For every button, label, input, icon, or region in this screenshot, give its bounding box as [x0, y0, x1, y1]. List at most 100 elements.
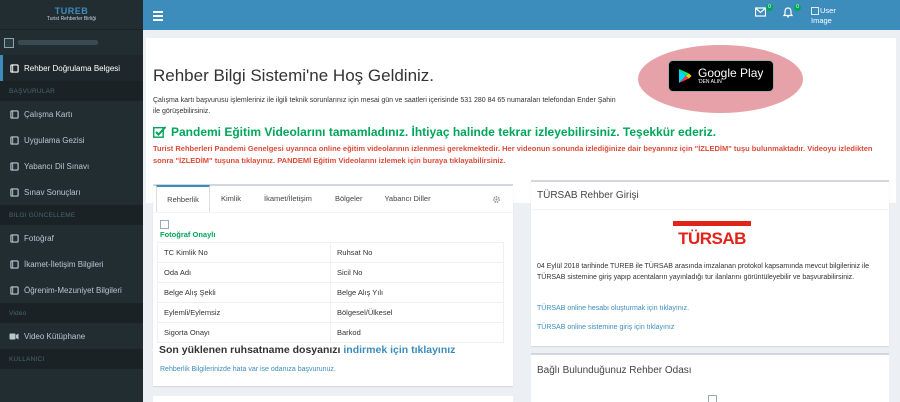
envelope-icon: [754, 7, 767, 17]
video-icon: [9, 331, 19, 341]
tab-rehberlik[interactable]: Rehberlik: [156, 185, 210, 212]
menu-header-video: Video: [0, 303, 143, 323]
sidebar-item-label: Rehber Doğrulama Belgesi: [24, 63, 121, 73]
table-row: Oda Adı Sicil No: [157, 262, 504, 283]
tursab-description: 04 Eylül 2018 tarihinde TUREB ile TÜRSAB…: [537, 263, 870, 281]
tab-yabanci-diller[interactable]: Yabancı Diller: [384, 185, 430, 212]
table-cell: Eylemli/Eylemsiz: [157, 302, 331, 323]
menu-header-bilgi-guncelleme: BILGI GÜNCELLEME: [0, 205, 143, 225]
tab-kimlik[interactable]: Kimlik: [221, 185, 241, 212]
page-title: Rehber Bilgi Sistemi'ne Hoş Geldiniz.: [153, 66, 435, 85]
welcome-panel: Rehber Bilgi Sistemi'ne Hoş Geldiniz. Ça…: [146, 38, 896, 203]
logo[interactable]: TUREB Turist Rehberler Birliği: [0, 0, 143, 30]
sidebar-item-label: Fotoğraf: [24, 233, 54, 243]
sidebar-item-label: Uygulama Gezisi: [24, 135, 85, 145]
user-panel: [0, 30, 143, 55]
logo-mark: TUREB: [54, 6, 89, 16]
sidebar-toggle-icon[interactable]: [153, 9, 163, 21]
sidebar-item-fotograf[interactable]: Fotoğraf: [0, 225, 143, 251]
sidebar: TUREB Turist Rehberler Birliği Rehber Do…: [0, 0, 143, 402]
profile-tabs: Rehberlik Kimlik İkamet/İletişim Bölgele…: [153, 185, 513, 213]
next-box-top: [153, 396, 513, 402]
sidebar-item-video-kutuphane[interactable]: Video Kütüphane: [0, 323, 143, 349]
broken-image-icon: [811, 7, 819, 16]
book-icon: [9, 63, 19, 73]
license-download: Son yüklenen ruhsatname dosyanızı indirm…: [159, 344, 455, 356]
logo-subtitle: Turist Rehberler Birliği: [46, 16, 97, 22]
license-download-link[interactable]: indirmek için tıklayınız: [343, 344, 455, 356]
tursab-create-account-link[interactable]: TÜRSAB online hesabı oluşturmak için tık…: [537, 305, 689, 312]
user-name-blurred: [18, 40, 98, 45]
sidebar-item-label: Çalışma Kartı: [24, 109, 73, 119]
menu-header-kullanici: KULLANICI: [0, 349, 143, 369]
messages-button[interactable]: 0: [754, 4, 773, 21]
profile-photo: [160, 220, 169, 229]
table-cell: Sigorta Onayı: [157, 322, 331, 343]
google-play-label: Google Play: [698, 65, 764, 80]
book-icon: [9, 285, 19, 295]
tursab-box: TÜRSAB Rehber Girişi TÜRSAB 04 Eylül 201…: [531, 180, 889, 346]
pandemic-warning[interactable]: Turist Rehberleri Pandemi Genelgesi uyar…: [153, 143, 893, 167]
sidebar-item-uygulama-gezisi[interactable]: Uygulama Gezisi: [0, 127, 143, 153]
menu-header-basvurular: BAŞVURULAR: [0, 81, 143, 101]
messages-badge: 0: [766, 4, 773, 11]
table-row: Belge Alış Şekli Belge Alış Yılı: [157, 282, 504, 303]
table-cell: Belge Alış Şekli: [157, 282, 331, 303]
tursab-logo-text: TÜRSAB: [678, 229, 746, 248]
book-icon: [9, 109, 19, 119]
success-text: Pandemi Eğitim Videolarını tamamladınız.…: [171, 125, 717, 139]
table-row: Eylemli/Eylemsiz Bölgesel/Ülkesel: [157, 302, 504, 323]
table-row: Sigorta Onayı Barkod: [157, 322, 504, 343]
google-play-button[interactable]: Google Play 'DEN ALIN: [668, 60, 774, 92]
book-icon: [9, 187, 19, 197]
report-error-link[interactable]: Rehberlik Bilgilerinizde hata var ise od…: [160, 366, 336, 373]
table-cell: Bölgesel/Ülkesel: [330, 302, 504, 323]
photo-area: Fotoğraf Onaylı: [160, 220, 215, 239]
sidebar-item-sinav-sonuclari[interactable]: Sınav Sonuçları: [0, 179, 143, 205]
photo-status: Fotoğraf Onaylı: [160, 230, 216, 239]
user-menu[interactable]: User Image: [811, 6, 841, 26]
table-row: TC Kimlik No Ruhsat No: [157, 242, 504, 263]
bell-icon: [782, 7, 794, 18]
gear-icon[interactable]: [492, 195, 501, 204]
sidebar-item-ikamet-iletisim[interactable]: İkamet-İletişim Bilgileri: [0, 251, 143, 277]
tursab-login-link[interactable]: TÜRSAB online sistemine giriş için tıkla…: [537, 324, 674, 331]
table-cell: Oda Adı: [157, 262, 331, 283]
profile-info-table: TC Kimlik No Ruhsat No Oda Adı Sicil No …: [157, 242, 504, 343]
notifications-badge: 0: [794, 4, 801, 11]
book-icon: [9, 161, 19, 171]
notifications-button[interactable]: 0: [782, 4, 801, 21]
sidebar-menu: Rehber Doğrulama Belgesi BAŞVURULAR Çalı…: [0, 55, 143, 369]
sidebar-item-ogrenim-mezuniyet[interactable]: Öğrenim-Mezuniyet Bilgileri: [0, 277, 143, 303]
sidebar-item-label: Yabancı Dil Sınavı: [24, 161, 90, 171]
contact-info-text: Çalışma kartı başvurusu işlemleriniz ile…: [153, 97, 616, 115]
license-text: Son yüklenen ruhsatname dosyanızı: [159, 344, 344, 356]
success-message: Pandemi Eğitim Videolarını tamamladınız.…: [153, 125, 716, 139]
table-cell: Barkod: [330, 322, 504, 343]
book-icon: [9, 233, 19, 243]
table-cell: TC Kimlik No: [157, 242, 331, 263]
main-content: Rehber Bilgi Sistemi'ne Hoş Geldiniz. Ça…: [143, 30, 900, 402]
top-navbar: 0 0 User Image: [143, 0, 900, 30]
tab-ikamet-iletisim[interactable]: İkamet/İletişim: [264, 185, 312, 212]
tab-bolgeler[interactable]: Bölgeler: [335, 185, 363, 212]
sidebar-item-label: Video Kütüphane: [24, 331, 86, 341]
tursab-box-title: TÜRSAB Rehber Girişi: [537, 190, 639, 201]
sidebar-item-yabanci-dil-sinavi[interactable]: Yabancı Dil Sınavı: [0, 153, 143, 179]
table-cell: Belge Alış Yılı: [330, 282, 504, 303]
google-play-sublabel: 'DEN ALIN: [698, 78, 722, 85]
table-cell: Ruhsat No: [330, 242, 504, 263]
sidebar-item-calisma-karti[interactable]: Çalışma Kartı: [0, 101, 143, 127]
guide-room-box: Bağlı Bulunduğunuz Rehber Odası: [531, 353, 889, 402]
sidebar-item-label: İkamet-İletişim Bilgileri: [24, 259, 104, 269]
book-icon: [9, 135, 19, 145]
user-avatar: [4, 37, 14, 48]
divider: [531, 209, 889, 210]
table-cell: Sicil No: [330, 262, 504, 283]
guide-room-title: Bağlı Bulunduğunuz Rehber Odası: [537, 365, 692, 376]
room-logo-image: [708, 395, 717, 402]
sidebar-item-label: Sınav Sonuçları: [24, 187, 81, 197]
sidebar-item-rehber-dogrulama[interactable]: Rehber Doğrulama Belgesi: [0, 55, 143, 81]
check-icon: [153, 126, 167, 138]
sidebar-item-label: Öğrenim-Mezuniyet Bilgileri: [24, 285, 122, 295]
